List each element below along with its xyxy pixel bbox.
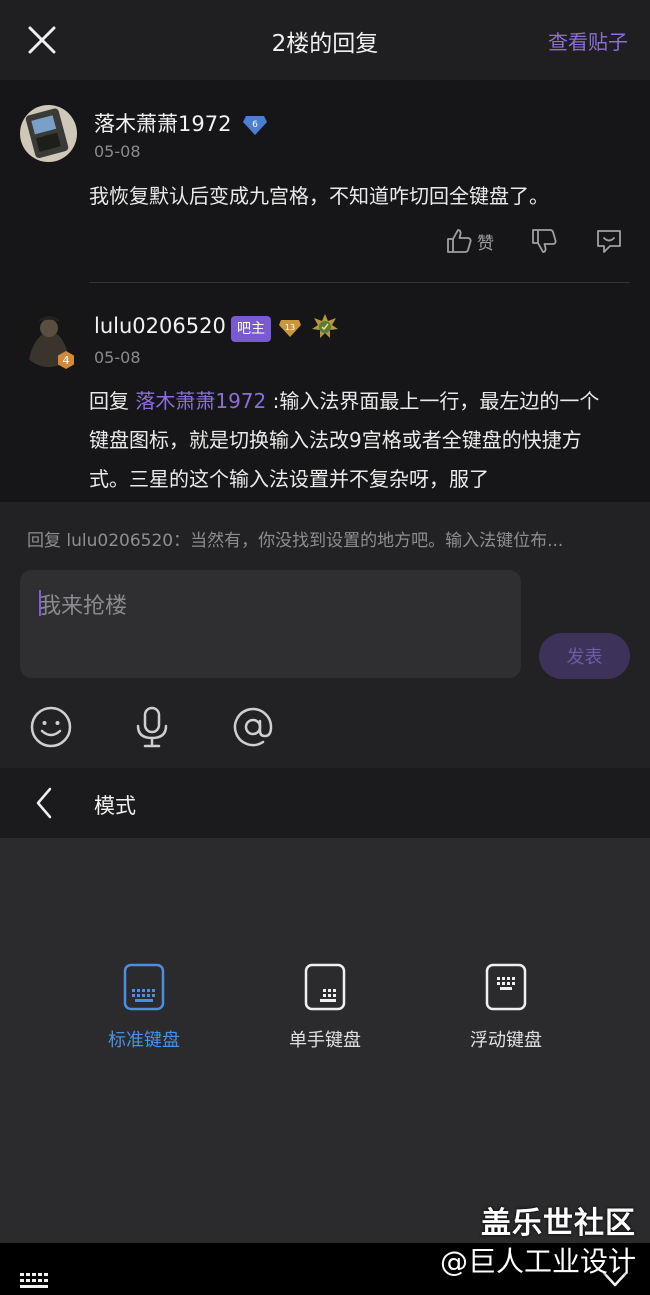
back-button[interactable] [30,785,60,821]
watermark-author: @巨人工业设计 [439,1245,636,1278]
avatar[interactable] [20,105,77,162]
level-badge-icon: 6 [243,116,268,135]
reply-to-text: 回复 lulu0206520：当然有，你没找到设置的地方吧。输入法键位布... [27,531,564,551]
medal-icon [312,314,338,338]
voice-button[interactable] [129,704,175,750]
post-date: 05-08 [94,142,141,161]
one-hand-keyboard-label: 单手键盘 [289,1030,361,1051]
keyboard-mode-panel: 标准键盘 单手键盘 浮动键盘 [0,838,650,1243]
post-item: 落木萧萧1972 6 05-08 我恢复默认后变成九宫格，不知道咋切回全键盘了。… [0,80,650,285]
send-button[interactable]: 发表 [539,633,630,679]
comment-button[interactable] [594,225,624,257]
like-label: 赞 [477,233,494,254]
post-date: 05-08 [94,348,141,367]
admin-badge: 吧主 [231,316,271,342]
keyboard-icon [20,1273,48,1288]
post-content: 回复 落木萧萧1972 :输入法界面最上一行，最左边的一个键盘图标，就是切换输入… [89,382,614,499]
text-caret [39,590,41,616]
post-actions: 赞 [440,225,630,261]
standard-keyboard-icon [123,963,165,1011]
level-badge-icon: 13 [279,320,301,337]
username[interactable]: lulu0206520 [94,314,226,338]
close-button[interactable] [24,22,60,58]
mode-title: 模式 [94,794,136,818]
emoji-icon [30,706,72,748]
thumbs-up-icon [447,229,472,253]
svg-text:6: 6 [252,120,258,130]
floating-keyboard-option[interactable]: 浮动键盘 [436,963,576,1058]
top-bar: 2楼的回复 查看贴子 [0,0,650,80]
post-item: 4 lulu0206520 吧主 13 05-08 回复 落木萧萧1972 :输… [0,285,650,502]
svg-text:13: 13 [285,323,295,332]
microphone-icon [136,706,168,748]
thumbs-down-icon [532,229,557,253]
svg-text:4: 4 [63,354,70,367]
post-content: 我恢复默认后变成九宫格，不知道咋切回全键盘了。 [89,184,549,208]
standard-keyboard-label: 标准键盘 [108,1030,180,1051]
floating-keyboard-icon [485,963,527,1011]
avatar-level-badge-icon: 4 [58,351,74,369]
reply-composer: 回复 lulu0206520：当然有，你没找到设置的地方吧。输入法键位布... … [0,502,650,768]
divider [89,282,630,283]
close-icon [28,26,56,54]
reply-thread: 落木萧萧1972 6 05-08 我恢复默认后变成九宫格，不知道咋切回全键盘了。… [0,80,650,502]
keyboard-toggle-button[interactable] [18,1271,52,1291]
mention-button[interactable] [230,704,276,750]
emoji-button[interactable] [28,704,74,750]
input-placeholder: 我来抢楼 [39,594,128,619]
mode-header: 模式 [0,768,650,838]
floating-keyboard-label: 浮动键盘 [470,1030,542,1051]
view-post-link[interactable]: 查看贴子 [548,26,628,55]
watermark-community: 盖乐世社区 [481,1206,636,1241]
chevron-left-icon [36,787,52,819]
reply-prefix: 回复 [89,389,136,413]
one-hand-keyboard-option[interactable]: 单手键盘 [255,963,395,1058]
reply-input[interactable]: 我来抢楼 [20,570,521,678]
dislike-button[interactable] [530,225,558,257]
username[interactable]: 落木萧萧1972 6 [94,108,268,138]
comment-icon [597,230,621,253]
mention-link[interactable]: 落木萧萧1972 [135,389,266,413]
like-button[interactable]: 赞 [445,225,494,257]
one-hand-keyboard-icon [304,963,346,1011]
at-sign-icon [233,707,273,747]
standard-keyboard-option[interactable]: 标准键盘 [74,963,214,1058]
